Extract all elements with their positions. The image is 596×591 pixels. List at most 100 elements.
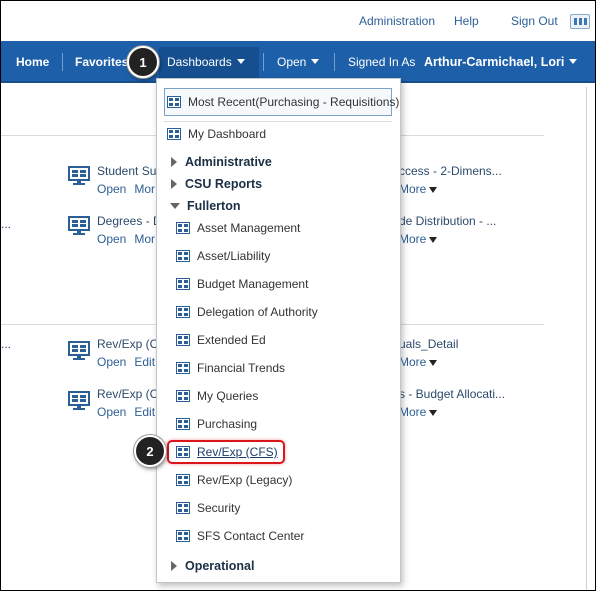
monitor-grid-icon [68, 166, 90, 185]
more-menu[interactable]: More [399, 355, 458, 369]
more-link: More [399, 182, 427, 196]
user-name: Arthur-Carmichael, Lori [424, 55, 565, 69]
nav-divider [334, 53, 335, 71]
menu-item-rev-exp-legacy[interactable]: Rev/Exp (Legacy) [157, 469, 400, 491]
global-header-nav: Home Favorites Dashboards Open Signed In… [1, 41, 595, 83]
menu-item-label: Budget Management [197, 277, 309, 291]
nav-dashboards[interactable]: Dashboards [167, 55, 245, 69]
menu-group-label: CSU Reports [185, 177, 263, 191]
item-actions: Open Mor [97, 232, 163, 246]
expand-arrow-icon [171, 561, 177, 571]
nav-open-label: Open [277, 55, 307, 69]
menu-item-asset-liability[interactable]: Asset/Liability [157, 245, 400, 267]
menu-group-csu-reports[interactable]: CSU Reports [157, 173, 400, 195]
edit-link[interactable]: Edit [134, 355, 155, 369]
menu-group-label: Administrative [185, 155, 272, 169]
signed-in-label: Signed In As [348, 55, 416, 69]
menu-group-operational[interactable]: Operational [157, 555, 400, 577]
menu-item-sfs-contact-center[interactable]: SFS Contact Center [157, 525, 400, 547]
nav-divider [62, 53, 63, 71]
administration-link[interactable]: Administration [359, 14, 435, 28]
background-dashboard-item[interactable]: Rev/Exp (C Open Edit [97, 337, 163, 369]
dashboard-grid-icon [176, 362, 190, 374]
menu-item-label: My Dashboard [188, 127, 267, 141]
menu-item-purchasing[interactable]: Purchasing [157, 413, 400, 435]
collapse-arrow-icon [170, 203, 180, 209]
menu-item-security[interactable]: Security [157, 497, 400, 519]
user-menu[interactable]: Arthur-Carmichael, Lori [424, 55, 578, 69]
nav-favorites[interactable]: Favorites [75, 55, 128, 69]
caret-down-icon [429, 410, 438, 416]
more-link[interactable]: Mor [134, 232, 155, 246]
background-dashboard-item[interactable]: ccess - 2-Dimens... More [399, 164, 502, 196]
background-dashboard-item[interactable]: Rev/Exp (C Open Edit [97, 387, 163, 419]
dashboard-grid-icon [176, 334, 190, 346]
background-dashboard-item[interactable]: Degrees - D Open Mor [97, 214, 163, 246]
nav-open[interactable]: Open [277, 55, 320, 69]
background-dashboard-item[interactable]: s - Budget Allocati... More [399, 387, 505, 419]
menu-item-my-dashboard[interactable]: My Dashboard [157, 123, 400, 145]
apps-grid-icon[interactable] [570, 14, 590, 29]
dashboard-grid-icon [167, 96, 181, 108]
menu-item-asset-management[interactable]: Asset Management [157, 217, 400, 239]
chevron-down-icon [569, 59, 578, 64]
menu-item-budget-management[interactable]: Budget Management [157, 273, 400, 295]
menu-group-administrative[interactable]: Administrative [157, 151, 400, 173]
nav-divider [263, 53, 264, 71]
more-link: More [399, 355, 427, 369]
menu-item-label: Most Recent(Purchasing - Requisitions) [188, 95, 400, 109]
menu-item-delegation-of-authority[interactable]: Delegation of Authority [157, 301, 400, 323]
menu-item-label: Security [197, 501, 241, 515]
nav-dashboards-label: Dashboards [167, 55, 232, 69]
more-menu[interactable]: More [399, 182, 502, 196]
background-dashboard-item[interactable]: de Distribution - ... More [399, 214, 496, 246]
dashboard-grid-icon [176, 306, 190, 318]
utility-bar: Administration Help Sign Out [1, 1, 595, 41]
background-dashboard-item[interactable]: uals_Detail More [399, 337, 458, 369]
menu-item-label: Extended Ed [197, 333, 266, 347]
menu-group-fullerton[interactable]: Fullerton [157, 195, 400, 217]
item-title: uals_Detail [399, 337, 459, 351]
dashboard-grid-icon [176, 222, 190, 234]
open-link[interactable]: Open [97, 355, 126, 369]
dashboard-grid-icon [176, 278, 190, 290]
dashboard-grid-icon [176, 418, 190, 430]
step-badge-2: 2 [134, 435, 166, 467]
more-link[interactable]: Mor [134, 182, 155, 196]
monitor-grid-icon [68, 216, 90, 235]
more-menu[interactable]: More [399, 232, 496, 246]
monitor-grid-icon [68, 341, 90, 360]
nav-home[interactable]: Home [16, 55, 49, 69]
menu-item-label: Delegation of Authority [197, 305, 318, 319]
item-title: Rev/Exp (C [97, 387, 159, 401]
open-link[interactable]: Open [97, 405, 126, 419]
background-dashboard-item[interactable]: Student Su Open Mor [97, 164, 163, 196]
open-link[interactable]: Open [97, 182, 126, 196]
caret-down-icon [429, 360, 438, 366]
menu-item-financial-trends[interactable]: Financial Trends [157, 357, 400, 379]
edit-link[interactable]: Edit [134, 405, 155, 419]
item-title: Rev/Exp (C [97, 337, 159, 351]
menu-item-label: Asset/Liability [197, 249, 271, 263]
more-menu[interactable]: More [399, 405, 505, 419]
item-title: Degrees - D [97, 214, 162, 228]
menu-group-label: Operational [185, 559, 255, 573]
menu-item-extended-ed[interactable]: Extended Ed [157, 329, 400, 351]
menu-item-label: Asset Management [197, 221, 301, 235]
menu-group-label: Fullerton [187, 199, 241, 213]
item-actions: Open Mor [97, 182, 163, 196]
item-title: de Distribution - ... [399, 214, 497, 228]
open-link[interactable]: Open [97, 232, 126, 246]
item-actions: Open Edit [97, 355, 163, 369]
truncated-item: ... [1, 217, 12, 231]
help-link[interactable]: Help [454, 14, 479, 28]
expand-arrow-icon [171, 179, 177, 189]
dashboard-grid-icon [176, 502, 190, 514]
chevron-down-icon [311, 59, 320, 64]
caret-down-icon [429, 237, 438, 243]
menu-item-my-queries[interactable]: My Queries [157, 385, 400, 407]
menu-item-label: Purchasing [197, 417, 258, 431]
menu-item-most-recent[interactable]: Most Recent(Purchasing - Requisitions) [164, 88, 399, 116]
item-actions: Open Edit [97, 405, 163, 419]
sign-out-link[interactable]: Sign Out [511, 14, 558, 28]
